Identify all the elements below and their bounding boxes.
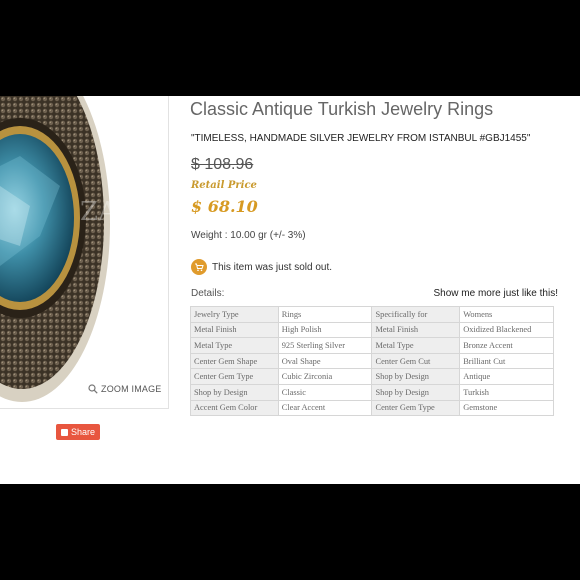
share-button[interactable]: Share <box>56 424 101 440</box>
zoom-label: ZOOM IMAGE <box>101 384 162 394</box>
spec-key: Shop by Design <box>371 383 461 401</box>
spec-key: Specifically for <box>371 306 461 323</box>
weight-info: Weight : 10.00 gr (+/- 3%) <box>191 230 306 241</box>
sale-price: $ 68.10 <box>191 197 258 216</box>
table-row: Center Gem Type Cubic Zirconia Shop by Des… <box>190 368 554 385</box>
watermark: ZAR <box>80 197 138 227</box>
spec-key: Jewelry Type <box>190 306 279 323</box>
show-more-link[interactable]: Show me more just like this! <box>434 288 559 299</box>
sold-out-notice: This item was just sold out. <box>191 259 332 275</box>
table-row: Center Gem Shape Oval Shape Center Gem Cut… <box>190 352 554 370</box>
table-row: Accent Gem Color Clear Accent Center Gem T… <box>190 399 554 417</box>
table-row: Jewelry Type Rings Specifically for Womens <box>190 306 554 323</box>
spec-value: Antique <box>459 368 554 385</box>
spec-value: 925 Sterling Silver <box>277 337 373 354</box>
details-table: Jewelry Type Rings Specifically for Womens M… <box>190 306 554 417</box>
spec-key: Metal Type <box>190 337 279 354</box>
spec-key: Center Gem Cut <box>371 352 461 370</box>
spec-value: Gemstone <box>459 399 554 417</box>
spec-key: Accent Gem Color <box>190 399 279 417</box>
product-page: ZAR ZOOM IMAGE Share Classic Antique Tur… <box>0 96 580 484</box>
spec-key: Metal Finish <box>371 321 461 339</box>
spec-value: Cubic Zirconia <box>277 368 373 385</box>
zoom-image-button[interactable]: ZOOM IMAGE <box>88 384 162 394</box>
product-subtitle: "TIMELESS, HANDMADE SILVER JEWELRY FROM … <box>191 133 531 144</box>
spec-key: Shop by Design <box>190 383 279 401</box>
details-label: Details: <box>191 288 225 299</box>
spec-key: Center Gem Type <box>190 368 279 385</box>
table-row: Metal Type 925 Sterling Silver Metal Type B… <box>190 337 554 354</box>
table-row: Shop by Design Classic Shop by Design Turki… <box>190 383 554 401</box>
spec-value: Womens <box>459 306 554 323</box>
spec-value: Turkish <box>459 383 554 401</box>
zoom-icon <box>88 384 98 394</box>
product-image[interactable]: ZAR ZOOM IMAGE <box>0 96 169 409</box>
sold-out-text: This item was just sold out. <box>212 261 333 273</box>
table-row: Metal Finish High Polish Metal Finish Oxidi… <box>190 321 554 339</box>
cart-icon <box>191 259 207 275</box>
original-price: $ 108.96 <box>191 156 254 173</box>
spec-value: Oxidized Blackened <box>459 321 554 339</box>
share-label: Share <box>71 427 96 437</box>
spec-key: Shop by Design <box>371 368 461 385</box>
ring-photo: ZAR <box>0 96 138 402</box>
spec-value: Brilliant Cut <box>459 352 554 370</box>
spec-value: Rings <box>277 306 373 323</box>
product-title: Classic Antique Turkish Jewelry Rings <box>190 99 494 119</box>
spec-value: High Polish <box>277 321 373 339</box>
spec-value: Oval Shape <box>277 352 373 370</box>
share-icon <box>61 428 68 436</box>
spec-key: Metal Type <box>371 337 461 354</box>
spec-key: Center Gem Shape <box>190 352 279 370</box>
spec-value: Bronze Accent <box>459 337 554 354</box>
spec-value: Clear Accent <box>277 399 373 417</box>
spec-key: Metal Finish <box>190 321 279 339</box>
retail-price-label: Retail Price <box>191 180 257 191</box>
spec-key: Center Gem Type <box>371 399 461 417</box>
spec-value: Classic <box>277 383 373 401</box>
